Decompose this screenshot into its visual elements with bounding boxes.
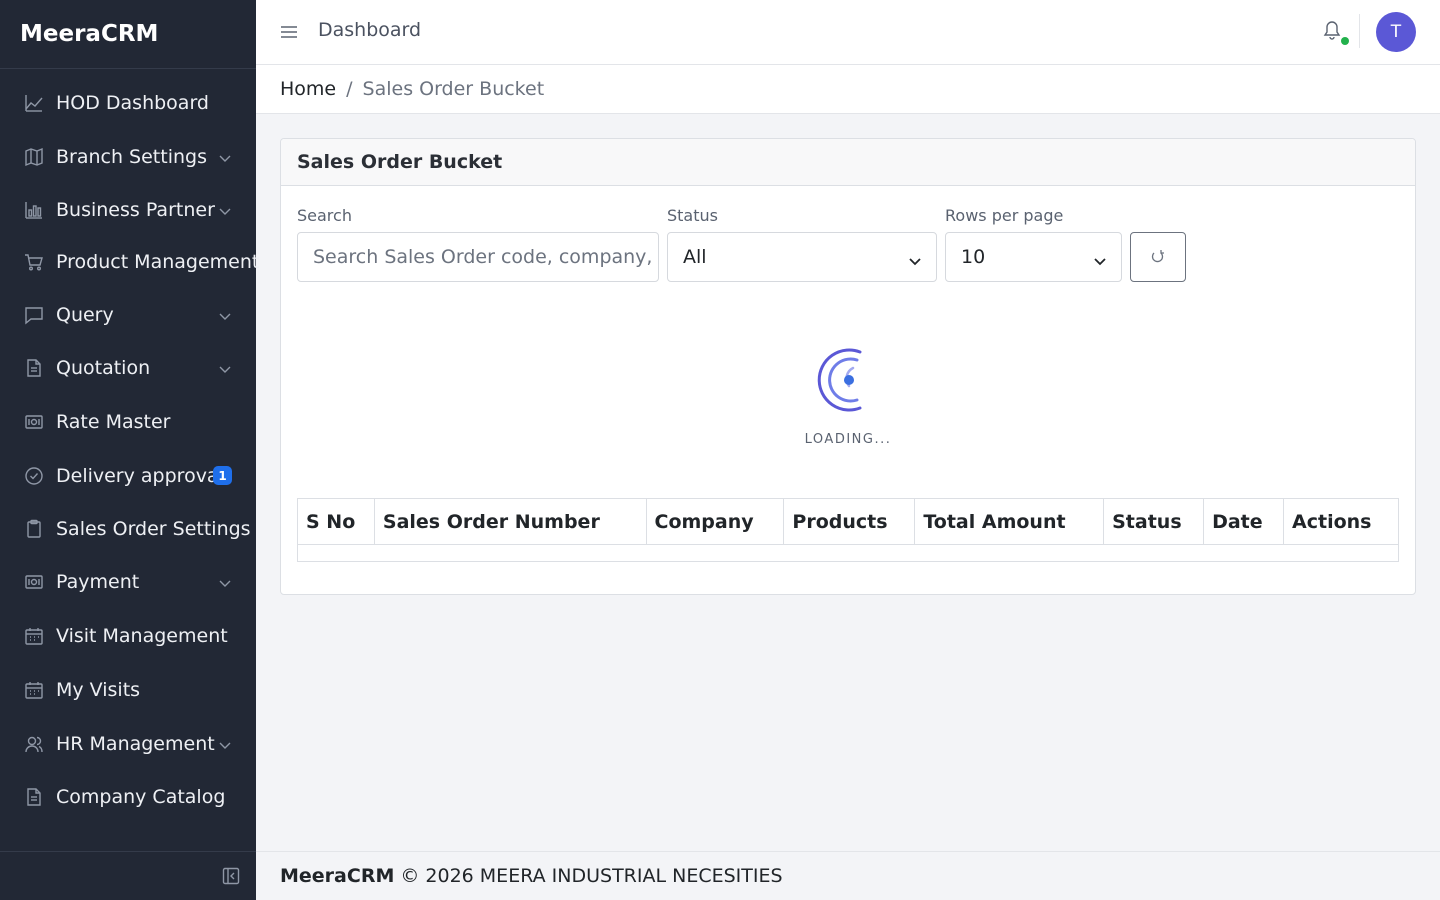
sidebar-collapse-icon[interactable] [222,867,240,885]
sidebar-item-label: Quotation [56,357,151,379]
rows-per-page-selected-value: 10 [961,246,986,268]
document-icon [24,358,44,378]
sidebar-item-payment[interactable]: Payment [0,562,256,602]
map-icon [24,147,44,167]
chart-line-icon [24,93,44,113]
chevron-down-icon [218,575,232,589]
refresh-icon [1151,250,1164,263]
users-icon [24,734,44,754]
table-header-row: S No Sales Order Number Company Products… [297,498,1399,545]
refresh-button[interactable] [1130,232,1186,282]
sales-order-bucket-card: Sales Order Bucket Search Status All Row… [280,138,1416,595]
document-icon [24,787,44,807]
sidebar-item-label: Query [56,304,114,326]
search-label: Search [297,206,352,225]
footer-brand: MeeraCRM [280,865,395,887]
sidebar-item-label: Rate Master [56,411,171,433]
chevron-down-icon [218,737,232,751]
clipboard-icon [24,519,44,539]
chevron-down-icon [218,150,232,164]
sidebar-item-label: Company Catalog [56,786,226,808]
sidebar: MeeraCRM HOD Dashboard Branch Settings Bus… [0,0,260,900]
column-header-actions: Actions [1283,498,1399,545]
table-empty-row [297,544,1399,562]
rows-per-page-select[interactable]: 10 [945,232,1122,282]
sidebar-item-delivery-approval[interactable]: Delivery approval 1 [0,456,256,496]
bar-chart-icon [24,200,44,220]
card-title: Sales Order Bucket [281,139,1415,186]
sidebar-item-label: Sales Order Settings [56,518,251,540]
column-header-company[interactable]: Company [645,498,785,545]
search-input[interactable] [313,246,658,268]
brand-logo[interactable]: MeeraCRM [0,0,256,69]
notification-status-dot [1341,37,1349,45]
sidebar-item-my-visits[interactable]: My Visits [0,670,256,710]
breadcrumb-separator: / [346,78,353,100]
check-circle-icon [24,466,44,486]
notification-count-badge: 1 [213,466,232,485]
header-divider [1359,14,1360,48]
search-field [297,232,659,282]
cart-icon [24,252,44,272]
chevron-down-icon [218,203,232,217]
status-select[interactable]: All [667,232,937,282]
column-header-s-no[interactable]: S No [297,498,375,545]
top-header: Dashboard T [256,0,1440,65]
column-header-status[interactable]: Status [1103,498,1205,545]
sidebar-item-company-catalog[interactable]: Company Catalog [0,777,256,817]
cash-icon [24,412,44,432]
loading-text: LOADING... [804,432,892,447]
calendar-icon [24,680,44,700]
column-header-products[interactable]: Products [783,498,916,545]
calendar-icon [24,626,44,646]
sidebar-item-rate-master[interactable]: Rate Master [0,402,256,442]
sidebar-item-label: Product Management [56,251,260,273]
footer-copyright: © 2026 MEERA INDUSTRIAL NECESITIES [400,865,783,887]
sales-order-table: S No Sales Order Number Company Products… [297,498,1399,562]
chevron-down-icon [218,308,232,322]
sidebar-item-label: HR Management [56,733,215,755]
page-footer: MeeraCRM © 2026 MEERA INDUSTRIAL NECESIT… [256,851,1440,900]
sidebar-footer [0,851,256,900]
chevron-down-icon [908,251,922,266]
message-square-icon [24,305,44,325]
status-label: Status [667,206,718,225]
breadcrumb: Home / Sales Order Bucket [256,65,1440,114]
sidebar-item-label: Branch Settings [56,146,207,168]
chevron-down-icon [1093,251,1107,266]
sidebar-item-sales-order-settings[interactable]: Sales Order Settings [0,509,256,549]
column-header-date[interactable]: Date [1203,498,1285,545]
status-selected-value: All [683,246,707,268]
hamburger-menu-icon[interactable] [280,22,298,42]
loading-spinner [811,344,883,416]
header-title: Dashboard [318,19,422,41]
sidebar-item-visit-management[interactable]: Visit Management [0,616,256,656]
sidebar-item-query[interactable]: Query [0,295,256,335]
sidebar-item-quotation[interactable]: Quotation [0,348,256,388]
chevron-down-icon [218,361,232,375]
sidebar-item-label: My Visits [56,679,141,701]
sidebar-item-business-partner[interactable]: Business Partner [0,190,256,230]
column-header-sales-order-number[interactable]: Sales Order Number [373,498,647,545]
column-header-total-amount[interactable]: Total Amount [914,498,1105,545]
user-avatar[interactable]: T [1376,12,1416,52]
sidebar-item-label: Payment [56,571,140,593]
sidebar-item-hod-dashboard[interactable]: HOD Dashboard [0,83,256,123]
rows-per-page-label: Rows per page [945,206,1064,225]
table-empty-cell [297,544,1399,562]
cash-icon [24,572,44,592]
sidebar-item-label: Delivery approval [56,465,224,487]
breadcrumb-current: Sales Order Bucket [362,78,545,100]
sidebar-item-label: Visit Management [56,625,228,647]
sidebar-item-label: HOD Dashboard [56,92,209,114]
sidebar-item-hr-management[interactable]: HR Management [0,724,256,764]
sidebar-item-product-management[interactable]: Product Management [0,242,260,282]
sidebar-item-branch-settings[interactable]: Branch Settings [0,137,256,177]
breadcrumb-home-link[interactable]: Home [280,78,336,100]
sidebar-item-label: Business Partner [56,199,215,221]
